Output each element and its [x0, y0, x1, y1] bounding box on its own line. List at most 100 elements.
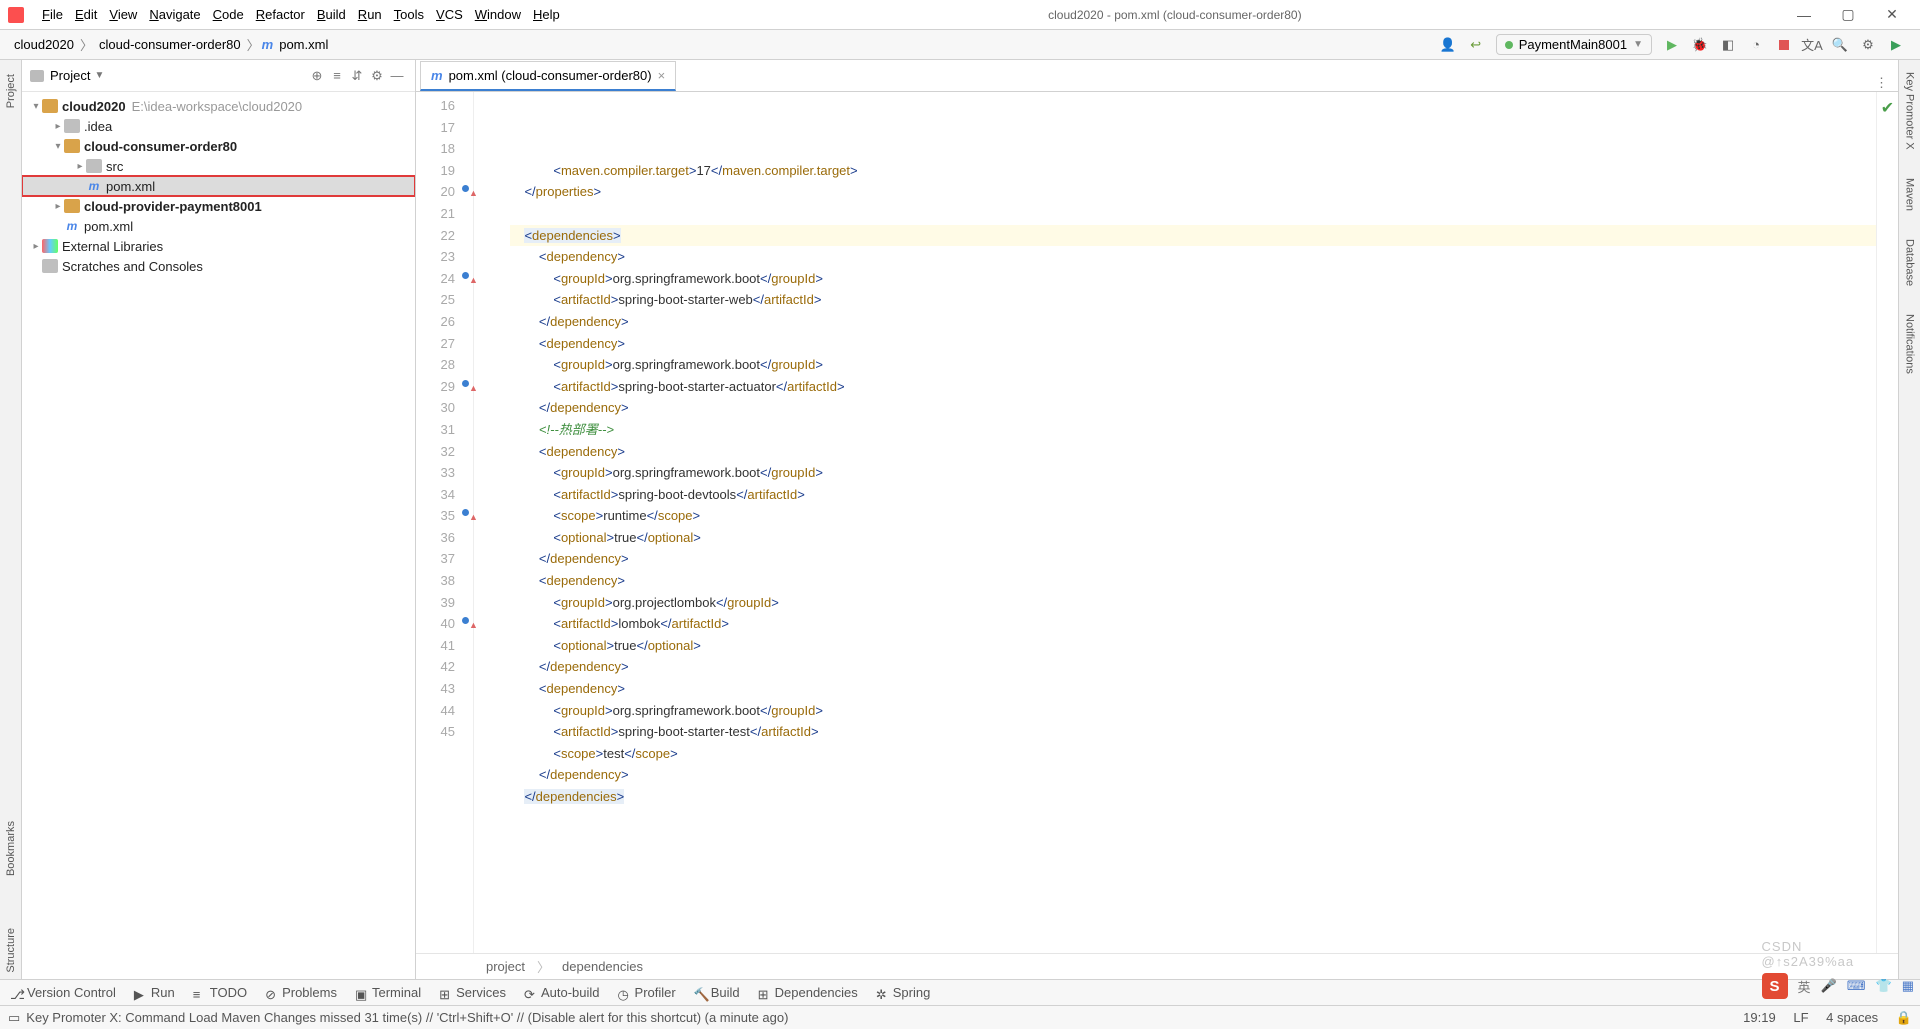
editor-tab-label: pom.xml (cloud-consumer-order80) [449, 68, 652, 83]
editor-tab-pom[interactable]: m pom.xml (cloud-consumer-order80) × [420, 61, 676, 91]
tree-scratches[interactable]: Scratches and Consoles [22, 256, 415, 276]
editor-area: m pom.xml (cloud-consumer-order80) × ⋮ 1… [416, 60, 1898, 979]
chevron-down-icon[interactable]: ▼ [94, 70, 104, 81]
navigation-bar: cloud2020 〉 cloud-consumer-order80 〉 m p… [0, 30, 1920, 60]
chevron-right-icon: 〉 [78, 35, 95, 54]
close-tab-icon[interactable]: × [658, 68, 666, 83]
system-tray: CSDN @↑s2A39%aa S 英 🎤 ⌨ 👕 ▦ [1762, 973, 1914, 999]
breadcrumb-module[interactable]: cloud-consumer-order80 [95, 37, 245, 52]
tab-bookmarks[interactable]: Bookmarks [3, 815, 19, 882]
maximize-button[interactable]: ▢ [1828, 6, 1868, 23]
coverage-button[interactable]: ◧ [1716, 33, 1740, 57]
menu-refactor[interactable]: Refactor [250, 5, 311, 24]
tool-profiler[interactable]: ◷Profiler [618, 985, 676, 1000]
settings-icon[interactable]: ⚙ [1856, 33, 1880, 57]
tree-file-pom-consumer[interactable]: mpom.xml [22, 176, 415, 196]
status-icon[interactable]: ▭ [8, 1010, 20, 1026]
menu-view[interactable]: View [103, 5, 143, 24]
locate-icon[interactable]: ⊕ [307, 68, 327, 84]
expand-all-icon[interactable]: ≡ [327, 68, 347, 83]
menu-tools[interactable]: Tools [388, 5, 430, 24]
minimize-button[interactable]: — [1784, 7, 1824, 23]
stop-button[interactable] [1772, 33, 1796, 57]
indent-info[interactable]: 4 spaces [1826, 1010, 1878, 1025]
tool-terminal[interactable]: ▣Terminal [355, 985, 421, 1000]
tab-maven[interactable]: Maven [1902, 174, 1918, 215]
run-config-selector[interactable]: PaymentMain8001 ▼ [1496, 34, 1652, 55]
tool-problems[interactable]: ⊘Problems [265, 985, 337, 1000]
breadcrumb-root[interactable]: cloud2020 [10, 37, 78, 52]
tree-module-consumer[interactable]: ▾cloud-consumer-order80 [22, 136, 415, 156]
tab-database[interactable]: Database [1902, 235, 1918, 290]
lock-icon[interactable]: 🔒 [1896, 1010, 1912, 1025]
menu-vcs[interactable]: VCS [430, 5, 469, 24]
shirt-icon[interactable]: 👕 [1876, 978, 1892, 994]
chevron-down-icon: ▼ [1633, 39, 1643, 50]
tree-external-libs[interactable]: ▸External Libraries [22, 236, 415, 256]
menu-file[interactable]: File [36, 5, 69, 24]
tree-module-provider[interactable]: ▸cloud-provider-payment8001 [22, 196, 415, 216]
add-user-icon[interactable]: 👤 [1436, 33, 1460, 57]
tool-todo[interactable]: ≡TODO [193, 985, 247, 1000]
ime-icon[interactable]: S [1762, 973, 1788, 999]
menu-run[interactable]: Run [352, 5, 388, 24]
search-icon[interactable]: 🔍 [1828, 33, 1852, 57]
code-lines[interactable]: 💡 <maven.compiler.target>17</maven.compi… [474, 92, 1876, 953]
status-bar: ▭ Key Promoter X: Command Load Maven Cha… [0, 1005, 1920, 1029]
menu-help[interactable]: Help [527, 5, 566, 24]
tool-auto-build[interactable]: ⟳Auto-build [524, 985, 600, 1000]
maven-file-icon: m [431, 68, 443, 83]
grid-icon[interactable]: ▦ [1902, 978, 1914, 994]
mic-icon[interactable]: 🎤 [1821, 978, 1837, 994]
project-pane-header: Project ▼ ⊕ ≡ ⇵ ⚙ — [22, 60, 415, 92]
breadcrumb-file[interactable]: pom.xml [275, 37, 332, 52]
close-button[interactable]: ✕ [1872, 6, 1912, 23]
run-anything-icon[interactable]: ▶ [1884, 33, 1908, 57]
crumb-project[interactable]: project [486, 959, 525, 974]
menu-navigate[interactable]: Navigate [143, 5, 206, 24]
tool-run[interactable]: ▶Run [134, 985, 175, 1000]
tab-overflow-icon[interactable]: ⋮ [1875, 75, 1888, 91]
watermark-text: CSDN @↑s2A39%aa [1762, 939, 1874, 969]
status-message: Key Promoter X: Command Load Maven Chang… [26, 1010, 1729, 1025]
line-separator[interactable]: LF [1793, 1010, 1808, 1025]
tool-spring[interactable]: ✲Spring [876, 985, 931, 1000]
tool-services[interactable]: ⊞Services [439, 985, 506, 1000]
run-button[interactable]: ▶ [1660, 33, 1684, 57]
tab-notifications[interactable]: Notifications [1902, 310, 1918, 378]
chevron-right-icon: 〉 [245, 35, 262, 54]
translate-icon[interactable]: 文A [1800, 33, 1824, 57]
tree-folder-src[interactable]: ▸src [22, 156, 415, 176]
tab-project[interactable]: Project [3, 68, 19, 114]
tree-folder-idea[interactable]: ▸.idea [22, 116, 415, 136]
menu-code[interactable]: Code [207, 5, 250, 24]
tab-key-promoter[interactable]: Key Promoter X [1902, 68, 1918, 154]
crumb-dependencies[interactable]: dependencies [562, 959, 643, 974]
collapse-all-icon[interactable]: ⇵ [347, 68, 367, 84]
analysis-ok-icon[interactable]: ✔ [1877, 98, 1898, 118]
tree-root[interactable]: ▾ cloud2020 E:\idea-workspace\cloud2020 [22, 96, 415, 116]
caret-position[interactable]: 19:19 [1743, 1010, 1776, 1025]
run-status-icon [1505, 41, 1513, 49]
menu-edit[interactable]: Edit [69, 5, 103, 24]
tab-structure[interactable]: Structure [3, 922, 19, 979]
keyboard-icon[interactable]: ⌨ [1847, 978, 1866, 994]
tool-build[interactable]: 🔨Build [694, 985, 740, 1000]
tool-dependencies[interactable]: ⊞Dependencies [758, 985, 858, 1000]
hide-icon[interactable]: — [387, 68, 407, 83]
project-pane-title[interactable]: Project [50, 68, 90, 83]
code-editor[interactable]: 1617181920212223242526272829303132333435… [416, 92, 1898, 953]
settings-icon[interactable]: ⚙ [367, 68, 387, 84]
profile-button[interactable]: ◔ [1744, 33, 1768, 57]
menu-window[interactable]: Window [469, 5, 527, 24]
editor-tabs: m pom.xml (cloud-consumer-order80) × ⋮ [416, 60, 1898, 92]
tool-version-control[interactable]: ⎇Version Control [10, 985, 116, 1000]
tree-file-pom-root[interactable]: mpom.xml [22, 216, 415, 236]
line-gutter: 1617181920212223242526272829303132333435… [416, 92, 474, 953]
app-logo-icon [8, 7, 24, 23]
debug-button[interactable]: 🐞 [1688, 33, 1712, 57]
ime-lang[interactable]: 英 [1798, 977, 1811, 996]
chevron-right-icon: 〉 [537, 957, 550, 976]
menu-build[interactable]: Build [311, 5, 352, 24]
back-arrow-icon[interactable]: ↩ [1464, 33, 1488, 57]
